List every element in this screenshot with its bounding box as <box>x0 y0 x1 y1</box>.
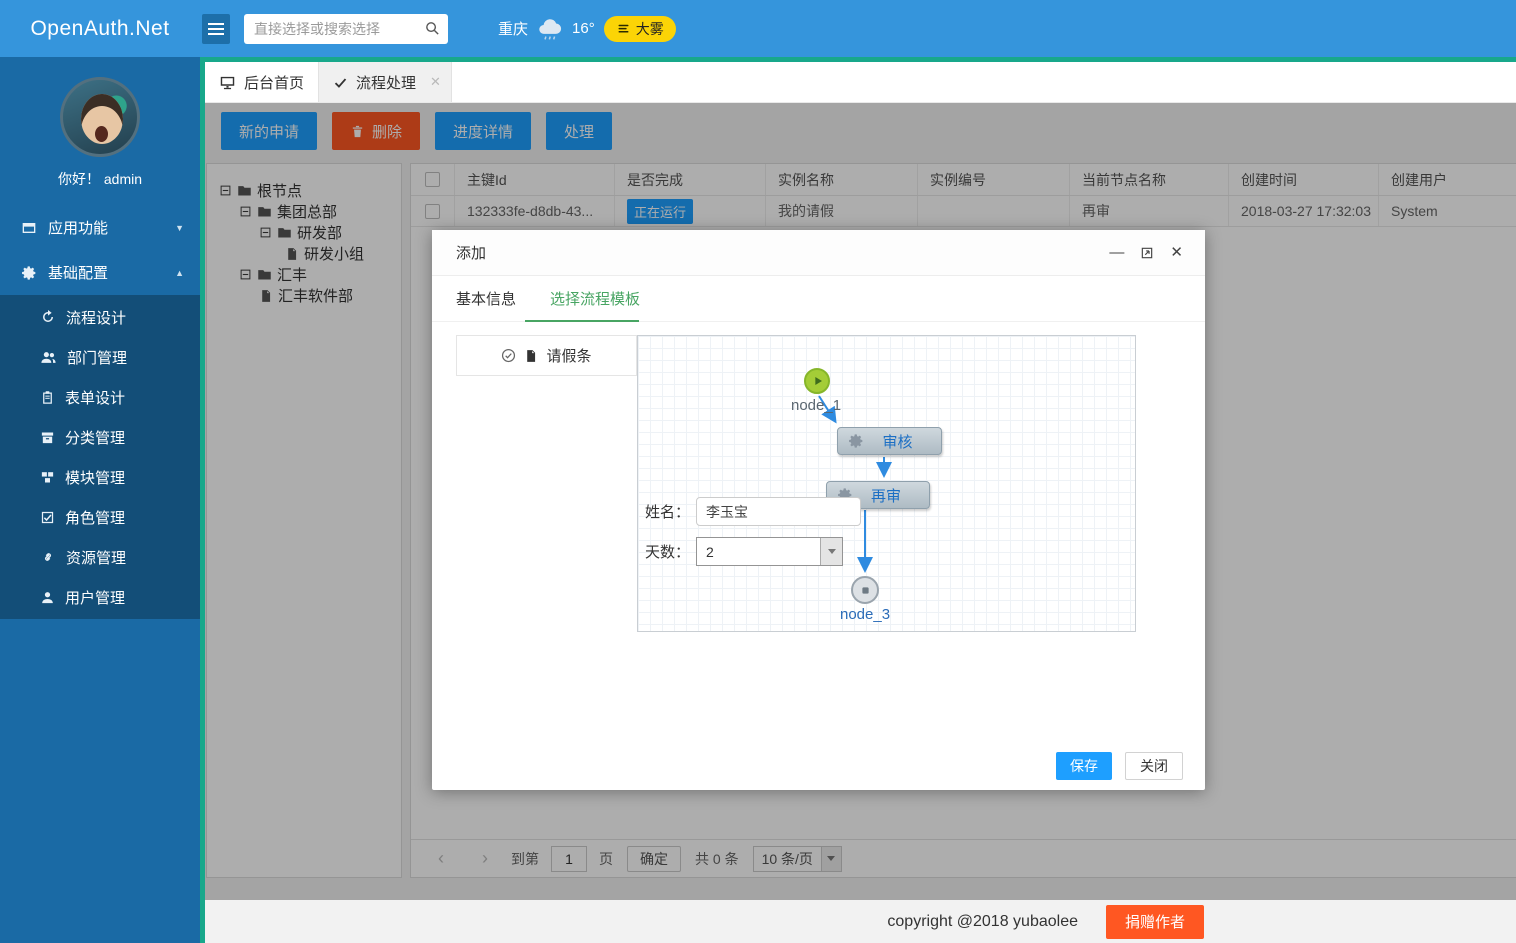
header-search <box>244 14 448 44</box>
dialog-tabs: 基本信息 选择流程模板 <box>432 276 1205 322</box>
save-button[interactable]: 保存 <box>1056 752 1112 780</box>
search-icon[interactable] <box>424 20 441 37</box>
copyright-text: copyright @2018 yubaolee <box>887 913 1078 931</box>
sidebar-item-resource-mgmt[interactable]: 资源管理 <box>0 537 200 577</box>
add-dialog: 添加 — ✕ 基本信息 选择流程模板 请假条 <box>432 230 1205 790</box>
name-label: 姓名： <box>645 501 690 522</box>
check-square-icon <box>40 510 55 525</box>
sidebar-item-department-mgmt[interactable]: 部门管理 <box>0 337 200 377</box>
tab-process-handling[interactable]: 流程处理 ✕ <box>318 62 452 102</box>
maximize-icon[interactable] <box>1140 246 1154 260</box>
dialog-header: 添加 — ✕ <box>432 230 1205 276</box>
days-label: 天数： <box>645 541 690 562</box>
days-select[interactable]: 2 <box>696 537 843 566</box>
weather-temp: 16° <box>572 20 595 37</box>
minimize-icon[interactable]: — <box>1109 245 1124 260</box>
refresh-icon <box>40 309 56 325</box>
app-logo: OpenAuth.Net <box>0 17 200 41</box>
flow-node-label: 再审 <box>853 485 919 506</box>
sidebar: 你好！ admin 应用功能 ▼ 基础配置 ▲ 流程设计 部门管理 表单设计 分… <box>0 57 200 943</box>
sidebar-item-base-config[interactable]: 基础配置 ▲ <box>0 250 200 295</box>
submenu-label: 流程设计 <box>66 307 126 328</box>
monitor-icon <box>219 74 236 91</box>
gear-icon <box>21 265 37 281</box>
submenu-label: 资源管理 <box>66 547 126 568</box>
days-form-row: 天数： 2 <box>645 537 843 566</box>
days-value: 2 <box>697 544 820 560</box>
flow-node-start-label: node_1 <box>791 397 841 414</box>
name-form-row: 姓名： <box>645 497 861 526</box>
tab-home[interactable]: 后台首页 <box>205 62 318 102</box>
cloud-icon <box>537 16 563 42</box>
flow-node-end-label: node_3 <box>840 606 890 623</box>
select-caret[interactable] <box>820 538 842 565</box>
sidebar-submenu: 流程设计 部门管理 表单设计 分类管理 模块管理 角色管理 资源管理 用户管理 <box>0 295 200 619</box>
flow-designer-canvas[interactable]: node_1 审核 再审 node_3 <box>637 335 1136 632</box>
chevron-down-icon: ▼ <box>175 223 184 233</box>
submenu-label: 模块管理 <box>65 467 125 488</box>
name-field[interactable] <box>696 497 861 526</box>
sidebar-item-app-functions[interactable]: 应用功能 ▼ <box>0 205 200 250</box>
check-icon <box>333 75 348 90</box>
flow-node-start[interactable] <box>804 368 830 394</box>
tab-label: 后台首页 <box>244 72 304 93</box>
chevron-up-icon: ▲ <box>175 268 184 278</box>
dialog-title: 添加 <box>456 242 486 263</box>
sidebar-item-module-mgmt[interactable]: 模块管理 <box>0 457 200 497</box>
caret-down-icon <box>828 549 836 554</box>
menu-label: 应用功能 <box>48 217 108 238</box>
dialog-actions: 保存 关闭 <box>1056 752 1183 780</box>
submenu-label: 部门管理 <box>67 347 127 368</box>
submenu-label: 角色管理 <box>65 507 125 528</box>
link-icon <box>40 549 56 565</box>
users-icon <box>40 349 57 366</box>
tab-close-icon[interactable]: ✕ <box>430 74 441 90</box>
sidebar-item-process-design[interactable]: 流程设计 <box>0 297 200 337</box>
template-label: 请假条 <box>546 345 591 366</box>
user-icon <box>40 590 55 605</box>
archive-icon <box>40 430 55 445</box>
dialog-body: 请假条 node_1 审核 <box>432 322 1205 790</box>
weather-city: 重庆 <box>498 18 528 39</box>
sidebar-item-user-mgmt[interactable]: 用户管理 <box>0 577 200 617</box>
flow-node-label: 审核 <box>864 431 931 452</box>
flow-node-end[interactable] <box>851 576 879 604</box>
file-icon <box>524 349 538 363</box>
fog-icon <box>616 21 631 36</box>
cubes-icon <box>40 470 55 485</box>
template-item-leave-note[interactable]: 请假条 <box>456 335 637 376</box>
close-button[interactable]: 关闭 <box>1125 752 1183 780</box>
dialog-controls: — ✕ <box>1109 245 1183 260</box>
flow-node-review[interactable]: 审核 <box>837 427 942 455</box>
page-tabbar: 后台首页 流程处理 ✕ <box>205 62 1516 103</box>
submenu-label: 分类管理 <box>65 427 125 448</box>
menu-label: 基础配置 <box>48 262 108 283</box>
submenu-label: 用户管理 <box>65 587 125 608</box>
tab-select-template[interactable]: 选择流程模板 <box>550 288 640 309</box>
menu-toggle-button[interactable] <box>202 14 230 44</box>
clipboard-icon <box>40 390 55 405</box>
tab-basic-info[interactable]: 基本信息 <box>456 288 516 309</box>
play-icon <box>810 373 826 389</box>
submenu-label: 表单设计 <box>65 387 125 408</box>
search-input[interactable] <box>244 14 448 44</box>
top-header: OpenAuth.Net 重庆 16° 大雾 <box>0 0 1516 57</box>
sidebar-item-role-mgmt[interactable]: 角色管理 <box>0 497 200 537</box>
tab-label: 流程处理 <box>356 72 416 93</box>
weather-condition: 大雾 <box>636 19 664 39</box>
stop-icon <box>858 583 873 598</box>
donate-button[interactable]: 捐赠作者 <box>1106 905 1204 939</box>
weather-widget: 重庆 16° 大雾 <box>498 16 676 42</box>
gear-icon <box>848 433 864 449</box>
avatar <box>60 77 140 157</box>
check-circle-icon <box>501 348 516 363</box>
sidebar-item-form-design[interactable]: 表单设计 <box>0 377 200 417</box>
weather-badge: 大雾 <box>604 16 676 42</box>
close-icon[interactable]: ✕ <box>1170 245 1183 260</box>
window-icon <box>21 220 37 236</box>
page-footer: copyright @2018 yubaolee 捐赠作者 <box>205 900 1516 943</box>
sidebar-item-category-mgmt[interactable]: 分类管理 <box>0 417 200 457</box>
user-greeting: 你好！ admin <box>0 169 200 189</box>
